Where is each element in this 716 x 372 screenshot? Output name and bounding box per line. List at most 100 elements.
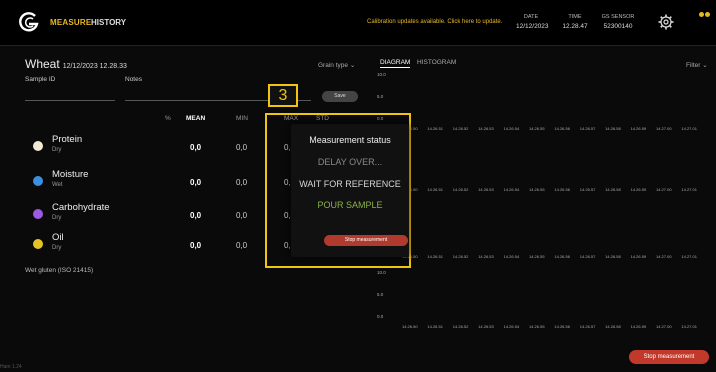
x-tick-label: 14.26.55 [529,254,545,259]
x-tick-label: 14.27.01 [681,187,697,192]
x-tick-label: 14.26.57 [579,187,596,192]
app-logo-icon [19,12,39,32]
row-name: Carbohydrate [52,202,110,213]
sample-id-label: Sample ID [25,76,56,83]
nav-measure[interactable]: MEASURE [50,18,91,27]
x-tick-label: 14.26.55 [529,187,545,192]
y-tick-label: 0.0 [377,314,384,319]
status-delay: DELAY OVER... [317,157,383,167]
x-tick-label: 14.26.51 [427,324,443,329]
sample-timestamp: 12/12/2023 12.28.33 [62,63,127,70]
x-tick-label: 14.26.53 [478,254,494,259]
status-dots-icon [699,4,711,22]
trend-chart: 10.0 5.0 0.0 14.26.50 14.26.51 14.26.52 14.26.… [372,270,716,332]
calibration-update-link[interactable]: Calibration updates available. Click her… [367,19,502,25]
chevron-down-icon: ⌄ [702,62,708,69]
row-mean: 0,0 [190,143,202,152]
stop-measurement-button[interactable]: Stop measurement [629,350,709,364]
x-tick-label: 14.27.00 [656,324,672,329]
y-tick-label: 10.0 [377,72,386,77]
x-tick-label: 14.26.59 [630,324,647,329]
x-tick-label: 14.26.53 [478,324,494,329]
x-tick-label: 14.26.51 [427,187,443,192]
x-tick-label: 14.26.57 [579,254,596,259]
x-tick-label: 14.27.00 [656,126,672,131]
filter-dropdown[interactable]: Filter ⌄ [686,61,708,69]
sample-name: Wheat [25,57,60,71]
row-name: Oil [52,232,64,243]
x-tick-label: 14.26.51 [427,126,443,131]
sensor-value: 52300140 [603,23,633,30]
x-tick-label: 14.27.00 [656,254,672,259]
x-tick-label: 14.26.59 [630,187,647,192]
row-name: Moisture [52,169,89,180]
nav-history[interactable]: HISTORY [91,18,126,27]
row-min: 0,0 [236,211,248,220]
x-tick-label: 14.26.57 [579,126,596,131]
chevron-down-icon: ⌄ [349,62,356,69]
x-tick-label: 14.27.01 [681,324,697,329]
sample-id-input[interactable] [25,100,115,101]
x-tick-label: 14.26.56 [554,187,570,192]
protein-color-dot [33,141,43,151]
x-tick-label: 14.27.01 [681,254,697,259]
x-tick-label: 14.26.52 [452,324,469,329]
trend-chart: 10.05.00.014.26.5014.26.5114.26.5214.26.… [372,133,716,195]
time-label: TIME [568,14,582,20]
x-tick-label: 14.26.50 [402,324,418,329]
y-tick-label: 10.0 [377,270,386,275]
x-tick-label: 14.26.59 [630,254,647,259]
date-label: DATE [523,14,539,20]
row-basis: Wet [52,182,63,188]
x-tick-label: 14.26.53 [478,187,494,192]
tab-diagram[interactable]: DIAGRAM [380,59,411,68]
notes-label: Notes [125,76,142,83]
row-min: 0,0 [236,178,248,187]
carbohydrate-color-dot [33,209,43,219]
x-tick-label: 14.26.58 [605,187,621,192]
sample-title: Wheat 12/12/2023 12.28.33 [25,57,127,71]
row-name: Protein [52,134,83,145]
row-min: 0,0 [236,143,248,152]
x-tick-label: 14.27.00 [656,187,672,192]
y-tick-label: 5.0 [377,94,384,99]
filter-label: Filter [686,62,701,69]
trend-chart: 10.05.00.014.26.5014.26.5114.26.5214.26.… [372,72,716,134]
grain-type-dropdown[interactable]: Grain type ⌄ [318,61,355,69]
col-header-mean: MEAN [186,115,206,122]
x-tick-label: 14.26.52 [452,254,469,259]
x-tick-label: 14.26.52 [452,126,469,131]
row-mean: 0,0 [190,178,202,187]
x-tick-label: 14.26.56 [554,126,570,131]
grain-type-label: Grain type [318,62,348,69]
date-display: DATE 12/12/2023 [516,13,549,31]
save-button[interactable]: Save [322,91,358,102]
row-mean: 0,0 [190,241,202,250]
x-tick-label: 14.26.54 [503,324,520,329]
x-tick-label: 14.26.51 [427,254,443,259]
oil-color-dot [33,239,43,249]
tab-histogram[interactable]: HISTOGRAM [417,59,456,66]
modal-stop-measurement-button[interactable]: Stop measurement [324,235,408,246]
measurement-status-modal: Measurement status DELAY OVER... WAIT FO… [291,124,409,257]
x-tick-label: 14.26.58 [605,324,621,329]
wet-gluten-label: Wet gluten (ISO 21415) [25,267,94,274]
annotation-step-number: 3 [268,84,298,107]
gear-icon[interactable] [658,14,674,30]
col-header-min: MIN [236,115,248,122]
row-min: 0,0 [236,241,248,250]
row-basis: Dry [52,215,62,221]
top-bar: MEASURE HISTORY Calibration updates avai… [0,0,716,46]
x-tick-label: 14.26.58 [605,254,621,259]
x-tick-label: 14.26.55 [529,324,545,329]
footer-version-text: Ham 1.24 [0,364,22,370]
x-tick-label: 14.26.54 [503,254,520,259]
x-tick-label: 14.26.57 [579,324,596,329]
x-tick-label: 14.26.53 [478,126,494,131]
x-tick-label: 14.26.55 [529,126,545,131]
x-tick-label: 14.26.52 [452,187,469,192]
col-header-percent: % [165,115,171,122]
y-tick-label: 5.0 [377,292,384,297]
x-tick-label: 14.26.56 [554,324,570,329]
date-value: 12/12/2023 [516,23,549,30]
